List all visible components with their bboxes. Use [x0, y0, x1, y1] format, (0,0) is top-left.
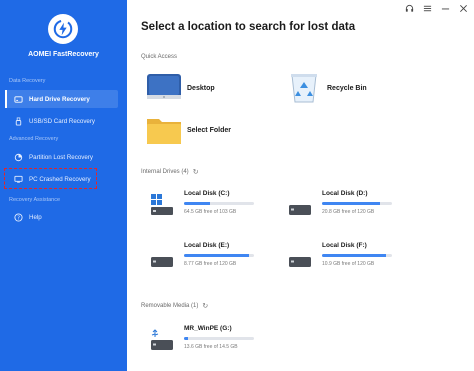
drive-usage-bar: [184, 254, 254, 257]
drive-local-disk-e[interactable]: Local Disk (E:) 8.77 GB free of 120 GB: [150, 237, 270, 271]
usb-icon: [13, 116, 23, 126]
highlight-box: [4, 168, 97, 189]
partition-icon: [13, 152, 23, 162]
refresh-icon[interactable]: ↻: [202, 302, 208, 310]
page-title: Select a location to search for lost dat…: [141, 21, 356, 33]
quick-access-label-text: Quick Access: [141, 54, 178, 60]
hard-drive-icon: [288, 245, 312, 269]
app-logo-icon: [48, 14, 78, 44]
drive-mr-winpe-g[interactable]: MR_WinPE (G:) 13.6 GB free of 14.5 GB: [150, 320, 270, 354]
sidebar-item-usb-sd-card-recovery[interactable]: USB/SD Card Recovery: [5, 112, 118, 130]
window-controls: [405, 4, 468, 13]
sidebar-item-partition-lost-recovery[interactable]: Partition Lost Recovery: [5, 148, 118, 166]
drive-size: 20.8 GB free of 120 GB: [322, 209, 375, 215]
drive-name: Local Disk (C:): [184, 190, 230, 197]
drive-local-disk-f[interactable]: Local Disk (F:) 10.9 GB free of 120 GB: [288, 237, 408, 271]
drive-name: Local Disk (F:): [322, 242, 367, 249]
sidebar-item-hard-drive-recovery[interactable]: Hard Drive Recovery: [5, 90, 118, 108]
hard-drive-icon: [288, 193, 312, 217]
drive-usage-bar: [184, 202, 254, 205]
sidebar: AOMEI FastRecovery Data Recovery Hard Dr…: [0, 0, 127, 371]
drive-size: 8.77 GB free of 120 GB: [184, 261, 237, 267]
section-data-recovery: Data Recovery: [9, 78, 46, 84]
drive-local-disk-c[interactable]: Local Disk (C:) 64.5 GB free of 103 GB: [150, 185, 270, 219]
app-name: AOMEI FastRecovery: [28, 51, 99, 58]
windows-drive-icon: [150, 193, 174, 217]
drive-size: 13.6 GB free of 14.5 GB: [184, 344, 238, 350]
desktop-icon: [146, 72, 182, 104]
sidebar-item-label: Help: [29, 213, 42, 221]
drive-name: MR_WinPE (G:): [184, 325, 232, 332]
headset-icon[interactable]: [405, 4, 414, 13]
quick-access-desktop[interactable]: Desktop: [146, 72, 215, 104]
quick-access-select-folder[interactable]: Select Folder: [146, 114, 231, 146]
drive-name: Local Disk (D:): [322, 190, 368, 197]
removable-media-label: Removable Media (1) ↻: [141, 302, 208, 310]
drive-usage-bar: [322, 254, 392, 257]
sidebar-item-help[interactable]: ? Help: [5, 208, 118, 226]
drive-name: Local Disk (E:): [184, 242, 230, 249]
sidebar-item-label: Partition Lost Recovery: [29, 153, 93, 161]
minimize-icon[interactable]: [441, 4, 450, 13]
quick-access-label: Quick Access: [141, 54, 177, 60]
refresh-icon[interactable]: ↻: [193, 168, 199, 176]
quick-access-desktop-label: Desktop: [187, 84, 215, 92]
usb-drive-icon: [150, 328, 174, 352]
folder-icon: [146, 114, 182, 146]
drive-size: 64.5 GB free of 103 GB: [184, 209, 237, 215]
menu-icon[interactable]: [423, 4, 432, 13]
sidebar-item-label: Hard Drive Recovery: [29, 95, 90, 103]
internal-drives-label-text: Internal Drives (4): [141, 169, 189, 175]
drive-usage-bar: [184, 337, 254, 340]
removable-media-label-text: Removable Media (1): [141, 303, 199, 309]
svg-text:?: ?: [17, 215, 20, 221]
drive-usage-bar: [322, 202, 392, 205]
close-icon[interactable]: [459, 4, 468, 13]
section-advanced-recovery: Advanced Recovery: [9, 136, 59, 142]
sidebar-item-label: USB/SD Card Recovery: [29, 117, 96, 125]
quick-access-recycle-bin[interactable]: Recycle Bin: [286, 72, 367, 104]
internal-drives-label: Internal Drives (4) ↻: [141, 168, 199, 176]
hard-drive-icon: [13, 94, 23, 104]
quick-access-recycle-bin-label: Recycle Bin: [327, 84, 367, 92]
drive-size: 10.9 GB free of 120 GB: [322, 261, 375, 267]
help-icon: ?: [13, 212, 23, 222]
quick-access-select-folder-label: Select Folder: [187, 126, 231, 134]
section-recovery-assistance: Recovery Assistance: [9, 197, 61, 203]
recycle-bin-icon: [286, 72, 322, 104]
drive-local-disk-d[interactable]: Local Disk (D:) 20.8 GB free of 120 GB: [288, 185, 408, 219]
hard-drive-icon: [150, 245, 174, 269]
